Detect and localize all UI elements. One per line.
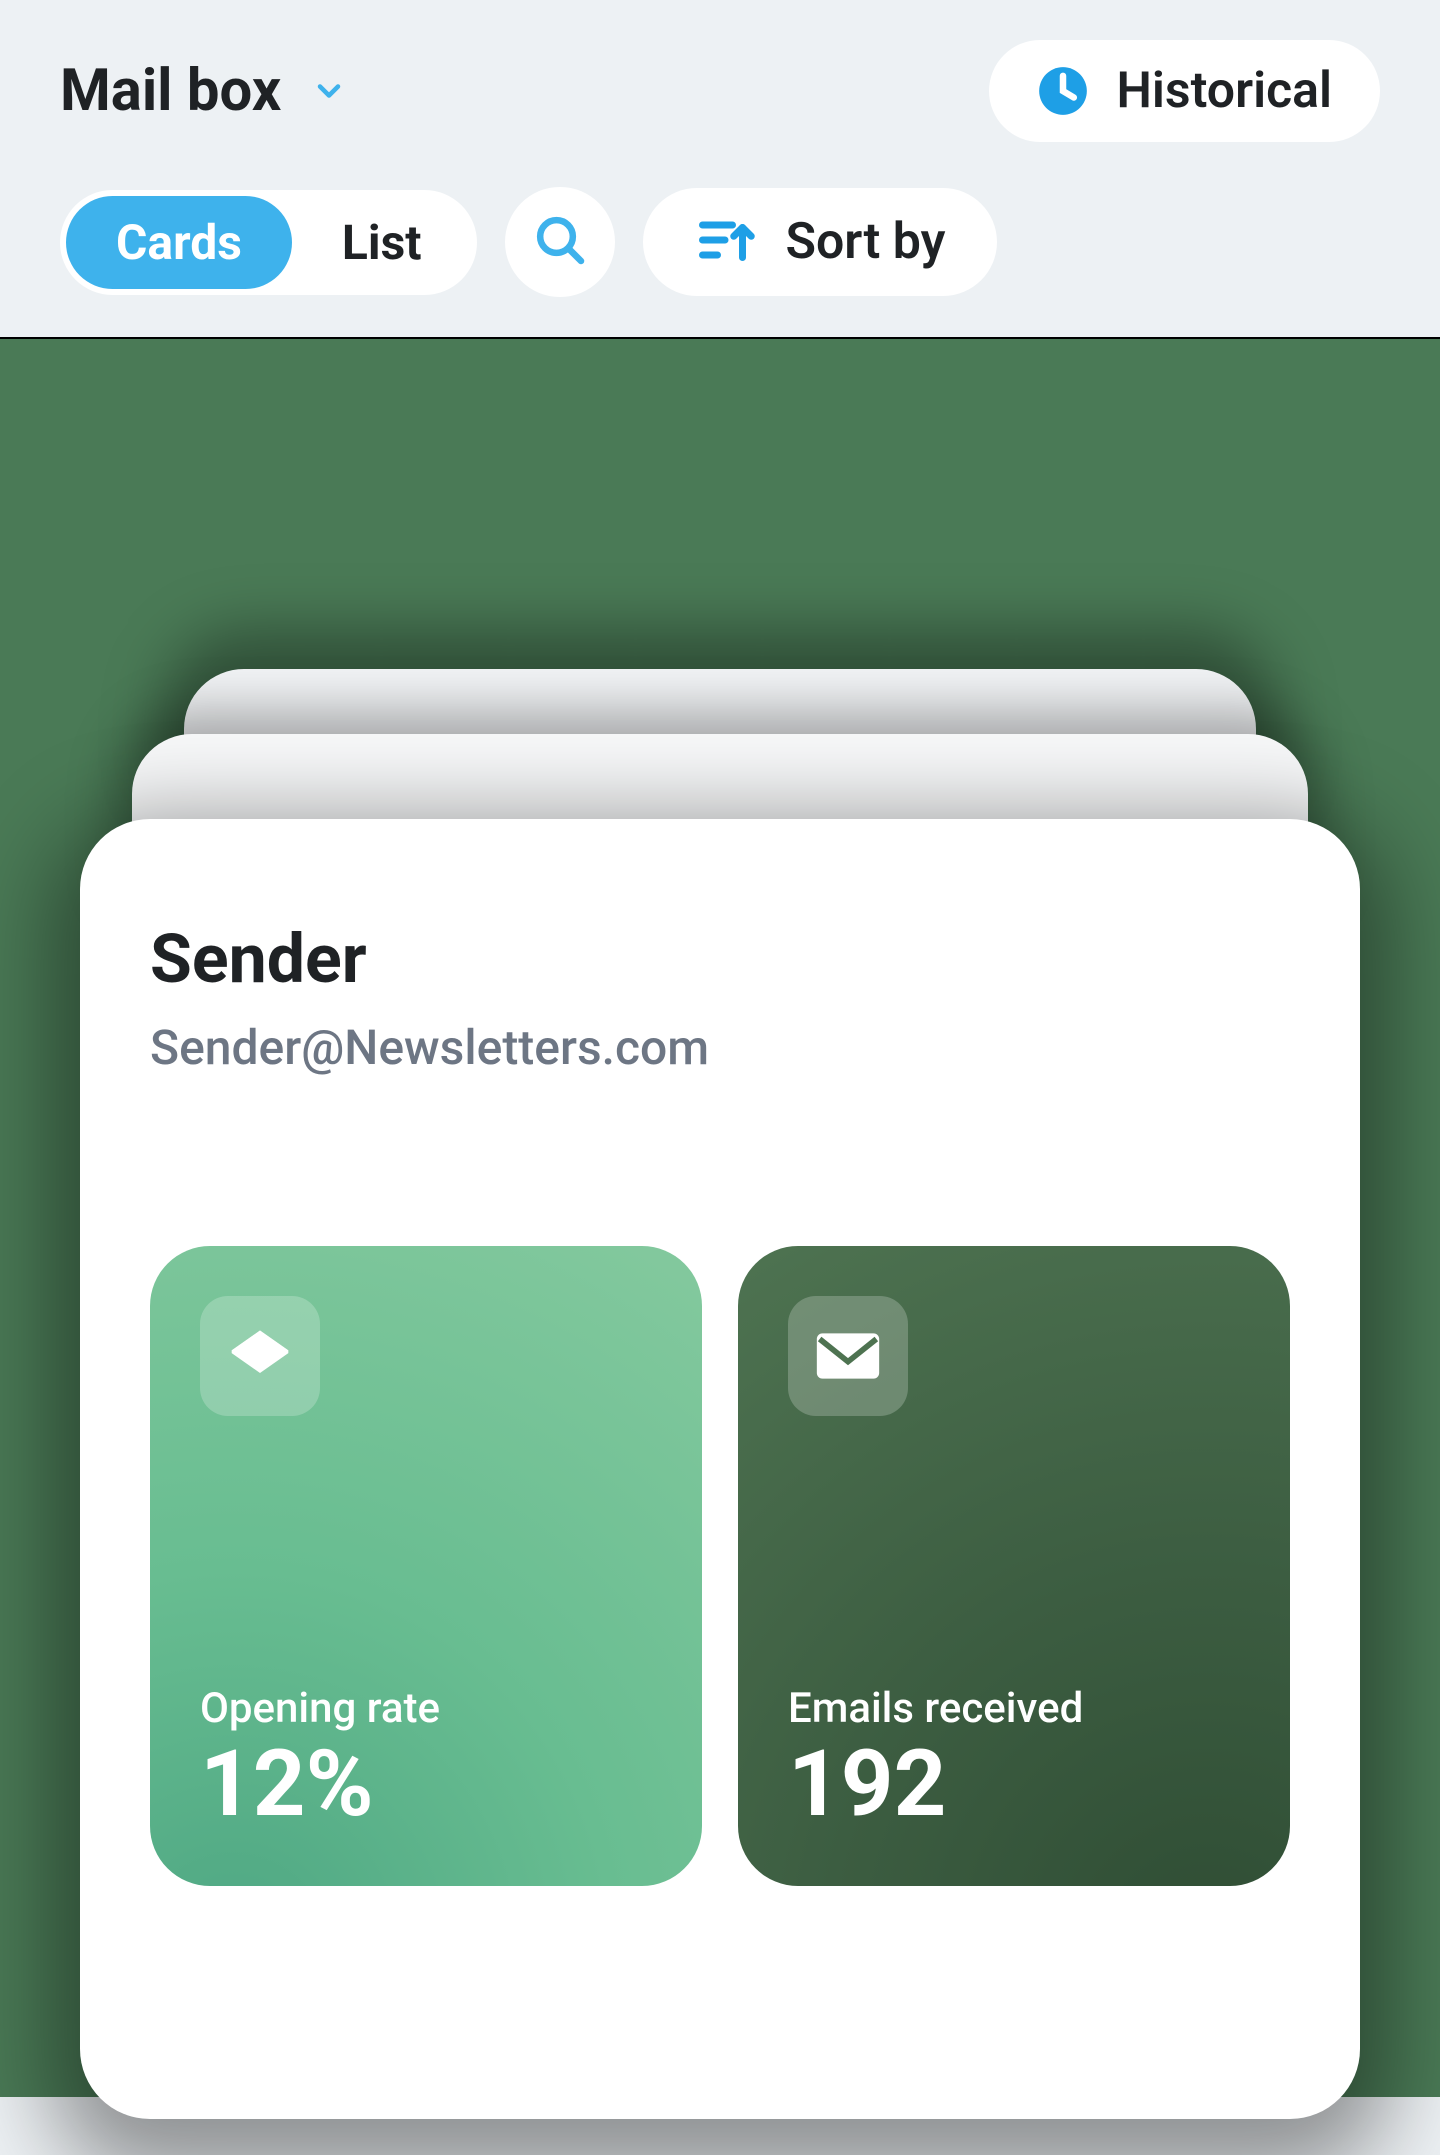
stat-label: Opening rate	[200, 1684, 652, 1733]
mailbox-dropdown[interactable]: Mail box	[60, 57, 347, 125]
sender-email: Sender@Newsletters.com	[150, 1019, 1290, 1076]
stat-value: 192	[788, 1739, 1240, 1831]
open-envelope-icon	[200, 1296, 320, 1416]
stat-emails-received[interactable]: Emails received 192	[738, 1246, 1290, 1886]
tab-cards[interactable]: Cards	[66, 196, 292, 289]
sort-button[interactable]: Sort by	[643, 188, 997, 296]
page-title: Mail box	[60, 57, 281, 125]
chevron-down-icon	[311, 73, 347, 109]
toolbar: Cards List Sort by	[60, 187, 1380, 297]
stat-opening-rate[interactable]: Opening rate 12%	[150, 1246, 702, 1886]
header: Mail box Historical Cards List	[0, 0, 1440, 337]
historical-label: Historical	[1117, 62, 1332, 120]
search-button[interactable]	[505, 187, 615, 297]
historical-button[interactable]: Historical	[989, 40, 1380, 142]
title-row: Mail box Historical	[60, 40, 1380, 142]
stat-row: Opening rate 12% Emails received 192	[150, 1246, 1290, 1886]
search-icon	[532, 212, 588, 272]
sort-icon	[695, 210, 755, 274]
sender-title: Sender	[150, 919, 1290, 999]
content-area: Sender Sender@Newsletters.com Opening ra…	[0, 337, 1440, 2097]
tab-list[interactable]: List	[292, 196, 472, 289]
clock-icon	[1037, 65, 1089, 117]
stat-label: Emails received	[788, 1684, 1240, 1733]
envelope-icon	[788, 1296, 908, 1416]
card-stack: Sender Sender@Newsletters.com Opening ra…	[80, 669, 1360, 1969]
stat-value: 12%	[200, 1739, 652, 1831]
sender-card[interactable]: Sender Sender@Newsletters.com Opening ra…	[80, 819, 1360, 2119]
sort-label: Sort by	[785, 213, 945, 271]
view-toggle: Cards List	[60, 190, 477, 295]
